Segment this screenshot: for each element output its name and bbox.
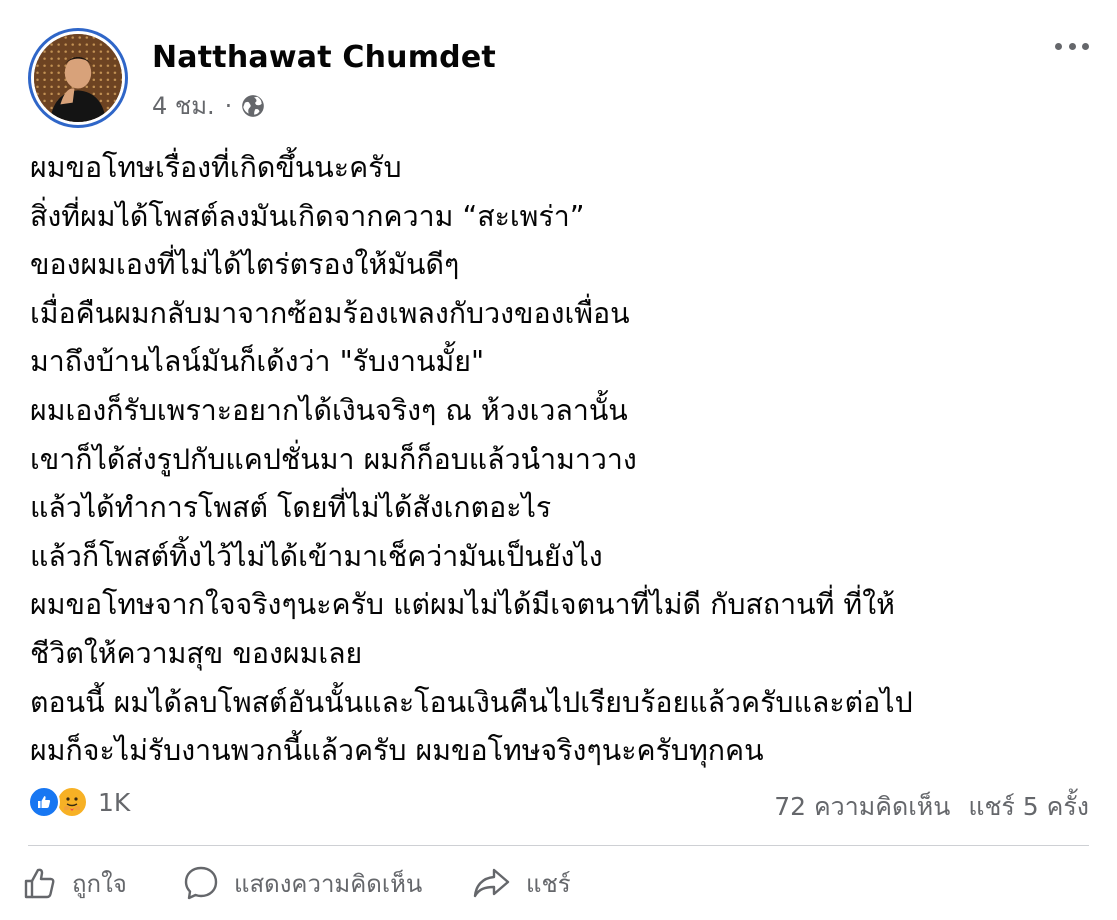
comment-count[interactable]: 72 ความคิดเห็น: [774, 787, 950, 827]
post-text-line: ตอนนี้ ผมได้ลบโพสต์อันนั้นและโอนเงินคืนไ…: [30, 685, 913, 719]
post-text-line: ผมขอโทษเรื่องที่เกิดขึ้นนะครับ: [30, 151, 402, 184]
post-text-line: ชีวิตให้ความสุข ของผมเลย: [30, 636, 363, 670]
divider: [28, 845, 1089, 846]
post-meta: 4 ชม. ·: [152, 86, 266, 125]
avatar-photo: [34, 34, 122, 122]
like-label: ถูกใจ: [72, 869, 127, 898]
post-text-line: เมื่อคืนผมกลับมาจากซ้อมร้องเพลงกับวงของเ…: [30, 296, 630, 330]
avatar-ring: [31, 31, 125, 125]
post-text-line: แล้วได้ทำการโพสต์ โดยที่ไม่ได้สังเกตอะไร: [30, 491, 552, 525]
more-dot: [1082, 42, 1089, 50]
post-text-line: เขาก็ได้ส่งรูปกับแคปชั่นมา ผมก็ก็อบแล้วน…: [30, 442, 637, 476]
reactions-summary[interactable]: 1K: [28, 786, 130, 818]
reaction-count: 1K: [98, 787, 131, 817]
care-icon: [56, 786, 88, 818]
post-text-line: สิ่งที่ผมได้โพสต์ลงมันเกิดจากความ “สะเพร…: [30, 199, 585, 233]
share-label: แชร์: [526, 869, 571, 898]
more-options-icon[interactable]: [1055, 36, 1089, 56]
comment-bubble-icon: [184, 866, 218, 900]
facebook-post: Natthawat Chumdet 4 ชม. · ผมขอโทษเรื่องท…: [0, 0, 1117, 920]
post-text-line: ผมก็จะไม่รับงานพวกนี้แล้วครับ ผมขอโทษจริ…: [30, 734, 764, 768]
author-name[interactable]: Natthawat Chumdet: [152, 40, 496, 75]
meta-separator: ·: [224, 91, 233, 120]
comment-label: แสดงความคิดเห็น: [234, 869, 423, 898]
post-timestamp[interactable]: 4 ชม.: [152, 86, 215, 125]
thumbs-up-icon: [24, 868, 55, 899]
profile-photo-icon: [34, 34, 122, 122]
engagement-stats: 72 ความคิดเห็น แชร์ 5 ครั้ง: [774, 787, 1089, 827]
share-arrow-icon: [473, 868, 510, 898]
post-text: ผมขอโทษเรื่องที่เกิดขึ้นนะครับ สิ่งที่ผม…: [30, 144, 1100, 776]
post-text-line: ผมเองก็รับเพราะอยากได้เงินจริงๆ ณ ห้วงเว…: [30, 393, 628, 427]
like-button[interactable]: ถูกใจ: [22, 860, 127, 906]
post-text-line: ผมขอโทษจากใจจริงๆนะครับ แต่ผมไม่ได้มีเจต…: [30, 588, 895, 622]
more-dot: [1068, 42, 1076, 50]
avatar[interactable]: [28, 28, 128, 128]
post-text-line: มาถึงบ้านไลน์มันก็เด้งว่า "รับงานมั้ย": [30, 345, 485, 379]
comment-button[interactable]: แสดงความคิดเห็น: [182, 860, 422, 906]
like-icon: [28, 786, 60, 818]
post-text-line: ของผมเองที่ไม่ได้ไตร่ตรองให้มันดีๆ: [30, 248, 460, 282]
share-button[interactable]: แชร์: [472, 860, 571, 906]
post-text-line: แล้วก็โพสต์ทิ้งไว้ไม่ได้เข้ามาเช็คว่ามัน…: [30, 539, 603, 573]
globe-icon[interactable]: [240, 93, 266, 119]
share-count[interactable]: แชร์ 5 ครั้ง: [968, 787, 1089, 827]
more-dot: [1055, 42, 1062, 50]
